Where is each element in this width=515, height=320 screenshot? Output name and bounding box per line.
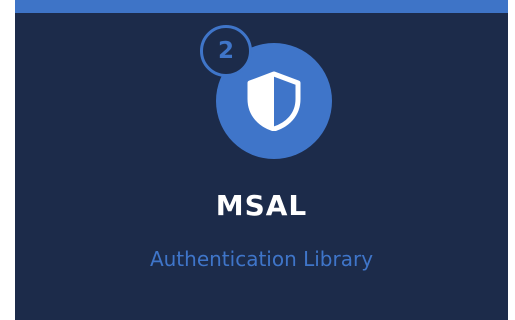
card-title: MSAL <box>215 189 308 222</box>
card-subtitle: Authentication Library <box>149 247 374 271</box>
msal-card: 2 MSAL Authentication Library <box>15 0 508 320</box>
shield-icon <box>247 71 301 131</box>
step-number-badge: 2 <box>200 25 252 77</box>
